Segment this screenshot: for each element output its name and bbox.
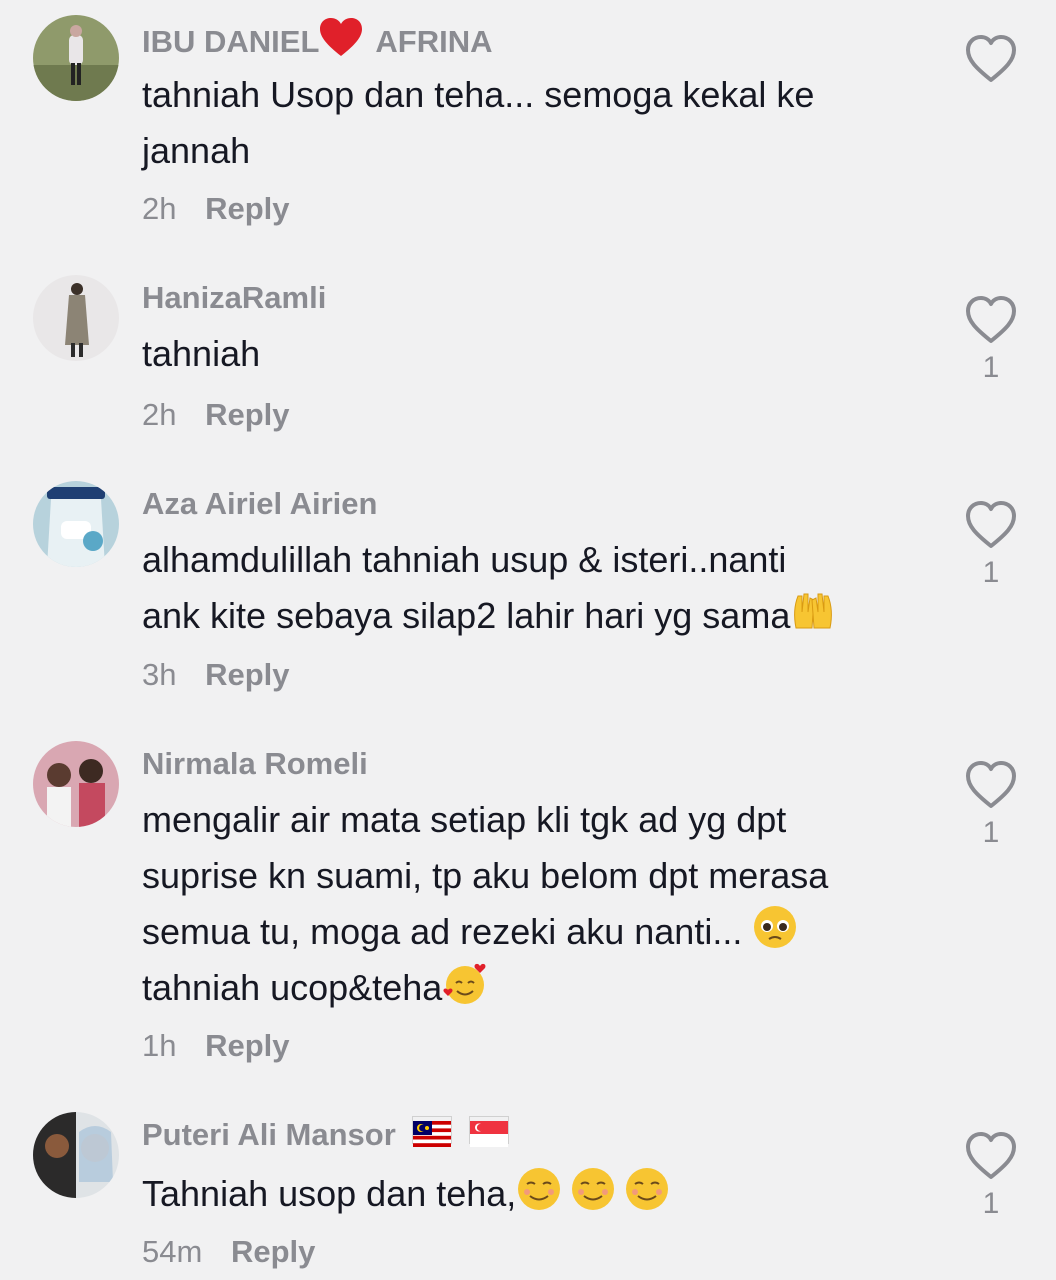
like-button[interactable]: 1 [960, 500, 1022, 590]
comment-username[interactable]: Puteri Ali Mansor [142, 1115, 510, 1155]
like-count: 1 [982, 556, 1000, 589]
comment-time: 3h [142, 657, 177, 692]
avatar[interactable] [33, 1112, 119, 1198]
comment-username[interactable]: Aza Airiel Airien [142, 484, 377, 524]
heart-outline-icon [966, 296, 1016, 343]
reply-button[interactable]: Reply [205, 397, 289, 432]
red-heart-emoji [319, 18, 365, 68]
like-count: 1 [982, 816, 1000, 849]
comments-list: IBU DANIEL AFRINA tahniah Usop dan teha..… [0, 0, 1056, 1280]
like-button[interactable] [960, 34, 1022, 90]
like-button[interactable]: 1 [960, 760, 1022, 850]
heart-outline-icon [966, 1132, 1016, 1179]
comment-username[interactable]: HanizaRamli [142, 278, 326, 318]
comment-time: 2h [142, 191, 177, 226]
heart-outline-icon [966, 761, 1016, 808]
comment-meta: 54m Reply [142, 1232, 315, 1272]
raising-hands-emoji [790, 593, 836, 636]
comment-text: Tahniah usop dan teha, [142, 1166, 932, 1222]
smiling-face-emoji [516, 1168, 562, 1214]
smiling-face-with-hearts-emoji [442, 963, 488, 1008]
avatar[interactable] [33, 15, 119, 101]
like-button[interactable]: 1 [960, 295, 1022, 385]
malaysia-flag-icon [412, 1116, 453, 1147]
comment-meta: 2h Reply [142, 189, 290, 229]
heart-outline-icon [966, 501, 1016, 548]
reply-button[interactable]: Reply [205, 191, 289, 226]
singapore-flag-icon [469, 1116, 510, 1147]
like-count: 1 [982, 1187, 1000, 1220]
avatar[interactable] [33, 481, 119, 567]
comment-text: alhamdulillah tahniah usup & isteri..nan… [142, 532, 932, 644]
like-button[interactable]: 1 [960, 1131, 1022, 1221]
pleading-face-emoji [752, 906, 798, 952]
avatar[interactable] [33, 741, 119, 827]
comment-time: 54m [142, 1234, 203, 1269]
reply-button[interactable]: Reply [231, 1234, 315, 1269]
comment-meta: 2h Reply [142, 395, 290, 435]
avatar[interactable] [33, 275, 119, 361]
comment-username[interactable]: Nirmala Romeli [142, 744, 368, 784]
like-count: 1 [982, 351, 1000, 384]
heart-outline-icon [966, 35, 1016, 82]
comment-meta: 3h Reply [142, 655, 290, 695]
comment-username[interactable]: IBU DANIEL AFRINA [142, 18, 493, 68]
comment-meta: 1h Reply [142, 1026, 290, 1066]
smiling-face-emoji [570, 1168, 616, 1214]
comment-text: tahniah Usop dan teha... semoga kekal ke… [142, 74, 815, 171]
comment-text: tahniah [142, 333, 261, 374]
comment-time: 1h [142, 1028, 177, 1063]
smiling-face-emoji [624, 1168, 670, 1214]
reply-button[interactable]: Reply [205, 657, 289, 692]
comment-time: 2h [142, 397, 177, 432]
comment-text: mengalir air mata setiap kli tgk ad yg d… [142, 799, 829, 1008]
reply-button[interactable]: Reply [205, 1028, 289, 1063]
